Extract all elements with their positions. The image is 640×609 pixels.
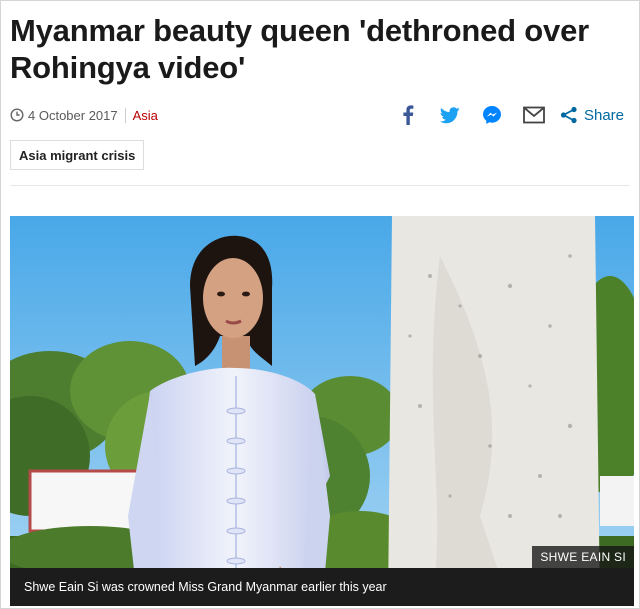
- share-label: Share: [583, 106, 624, 124]
- article-meta: 4 October 2017 Asia: [10, 104, 158, 126]
- meta-divider: [124, 107, 126, 123]
- header-divider: [10, 185, 630, 186]
- email-icon[interactable]: [522, 103, 546, 127]
- topic-tag[interactable]: Asia migrant crisis: [10, 140, 145, 170]
- photo-credit: SHWE EAIN SI: [532, 546, 634, 568]
- publish-date: 4 October 2017: [28, 107, 118, 123]
- section-link[interactable]: Asia: [133, 108, 158, 123]
- facebook-icon[interactable]: [396, 103, 420, 127]
- share-toolbar: Share: [378, 103, 624, 127]
- headline: Myanmar beauty queen 'dethroned over Roh…: [10, 13, 589, 85]
- share-button[interactable]: Share: [560, 106, 624, 124]
- share-icon: [560, 106, 577, 124]
- photo-caption: Shwe Eain Si was crowned Miss Grand Myan…: [10, 568, 634, 606]
- clock-icon: [10, 108, 24, 122]
- twitter-icon[interactable]: [438, 103, 462, 127]
- messenger-icon[interactable]: [480, 103, 504, 127]
- article-photo: SHWE EAIN SI Shwe Eain Si was crowned Mi…: [10, 216, 634, 606]
